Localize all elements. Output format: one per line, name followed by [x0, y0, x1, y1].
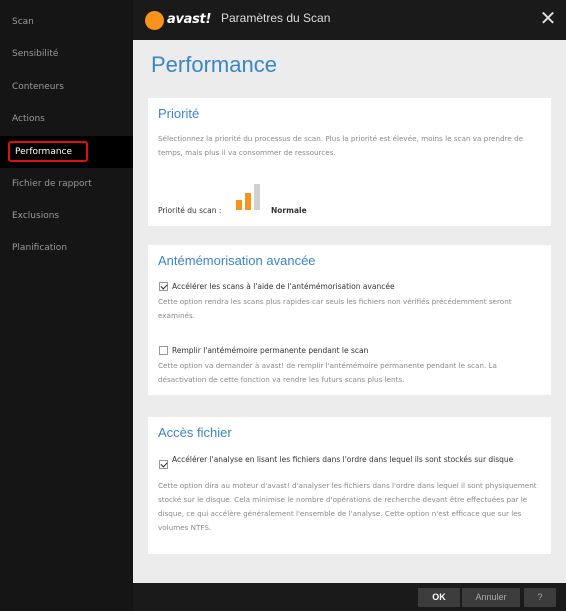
- file-access-heading: Accès fichier: [158, 425, 232, 440]
- sidebar-item-label: Sensibilité: [12, 49, 59, 59]
- advanced-caching-description: Cette option rendra les scans plus rapid…: [158, 297, 512, 320]
- file-order-description: Cette option dira au moteur d'avast! d'a…: [158, 481, 537, 532]
- sidebar-item-label: Planification: [12, 243, 68, 253]
- priority-level-icon[interactable]: [236, 184, 264, 210]
- footer-bar: OK Annuler ?: [133, 583, 566, 611]
- priority-value: Normale: [271, 206, 307, 215]
- persistent-cache-checkbox[interactable]: [159, 346, 168, 355]
- avast-ball-icon: [145, 11, 164, 30]
- sidebar-item-label: Scan: [12, 17, 34, 27]
- sidebar-item-label: Performance: [15, 147, 73, 157]
- sidebar-item-exclusions[interactable]: Exclusions: [0, 200, 133, 232]
- file-order-label[interactable]: Accélérer l'analyse en lisant les fichie…: [172, 455, 532, 465]
- sidebar-item-scan[interactable]: Scan: [0, 6, 133, 38]
- brand-name: avast!: [167, 12, 212, 27]
- persistent-cache-label[interactable]: Remplir l'antémémoire permanente pendant…: [172, 346, 368, 355]
- sidebar-item-sensibilite[interactable]: Sensibilité: [0, 38, 133, 70]
- caching-card: Antémémorisation avancée Accélérer les s…: [148, 245, 551, 395]
- sidebar-item-conteneurs[interactable]: Conteneurs: [0, 71, 133, 103]
- page-title: Performance: [151, 52, 277, 77]
- caching-heading: Antémémorisation avancée: [158, 253, 316, 268]
- close-icon[interactable]: ✕: [538, 8, 558, 28]
- priority-heading: Priorité: [158, 106, 200, 121]
- priority-bar: [236, 200, 242, 210]
- file-access-card: Accès fichier Accélérer l'analyse en lis…: [148, 417, 551, 554]
- window-title: Paramètres du Scan: [221, 11, 331, 25]
- priority-bar: [254, 184, 260, 210]
- avast-logo: avast!: [145, 11, 221, 31]
- file-order-checkbox[interactable]: [159, 460, 168, 469]
- persistent-cache-description: Cette option va demander à avast! de rem…: [158, 361, 497, 384]
- help-button[interactable]: ?: [524, 588, 556, 607]
- ok-button[interactable]: OK: [418, 588, 460, 607]
- sidebar-item-planification[interactable]: Planification: [0, 232, 133, 264]
- sidebar-item-actions[interactable]: Actions: [0, 103, 133, 135]
- priority-description: Sélectionnez la priorité du processus de…: [158, 134, 524, 157]
- title-bar: avast! Paramètres du Scan ✕: [133, 0, 566, 40]
- advanced-caching-label[interactable]: Accélérer les scans à l'aide de l'antémé…: [172, 282, 395, 291]
- sidebar-item-label: Conteneurs: [12, 82, 64, 92]
- sidebar-item-label: Fichier de rapport: [12, 179, 92, 189]
- priority-bar: [245, 193, 251, 210]
- priority-label: Priorité du scan :: [158, 206, 222, 215]
- sidebar-item-label: Exclusions: [12, 211, 60, 221]
- sidebar-item-label: Actions: [12, 114, 45, 124]
- sidebar-item-fichier-de-rapport[interactable]: Fichier de rapport: [0, 168, 133, 200]
- sidebar: Scan Sensibilité Conteneurs Actions Perf…: [0, 0, 133, 611]
- main-panel: Performance Priorité Sélectionnez la pri…: [133, 40, 566, 583]
- sidebar-item-performance[interactable]: Performance: [0, 136, 133, 168]
- priority-card: Priorité Sélectionnez la priorité du pro…: [148, 98, 551, 226]
- cancel-button[interactable]: Annuler: [462, 588, 520, 607]
- advanced-caching-checkbox[interactable]: [159, 282, 168, 291]
